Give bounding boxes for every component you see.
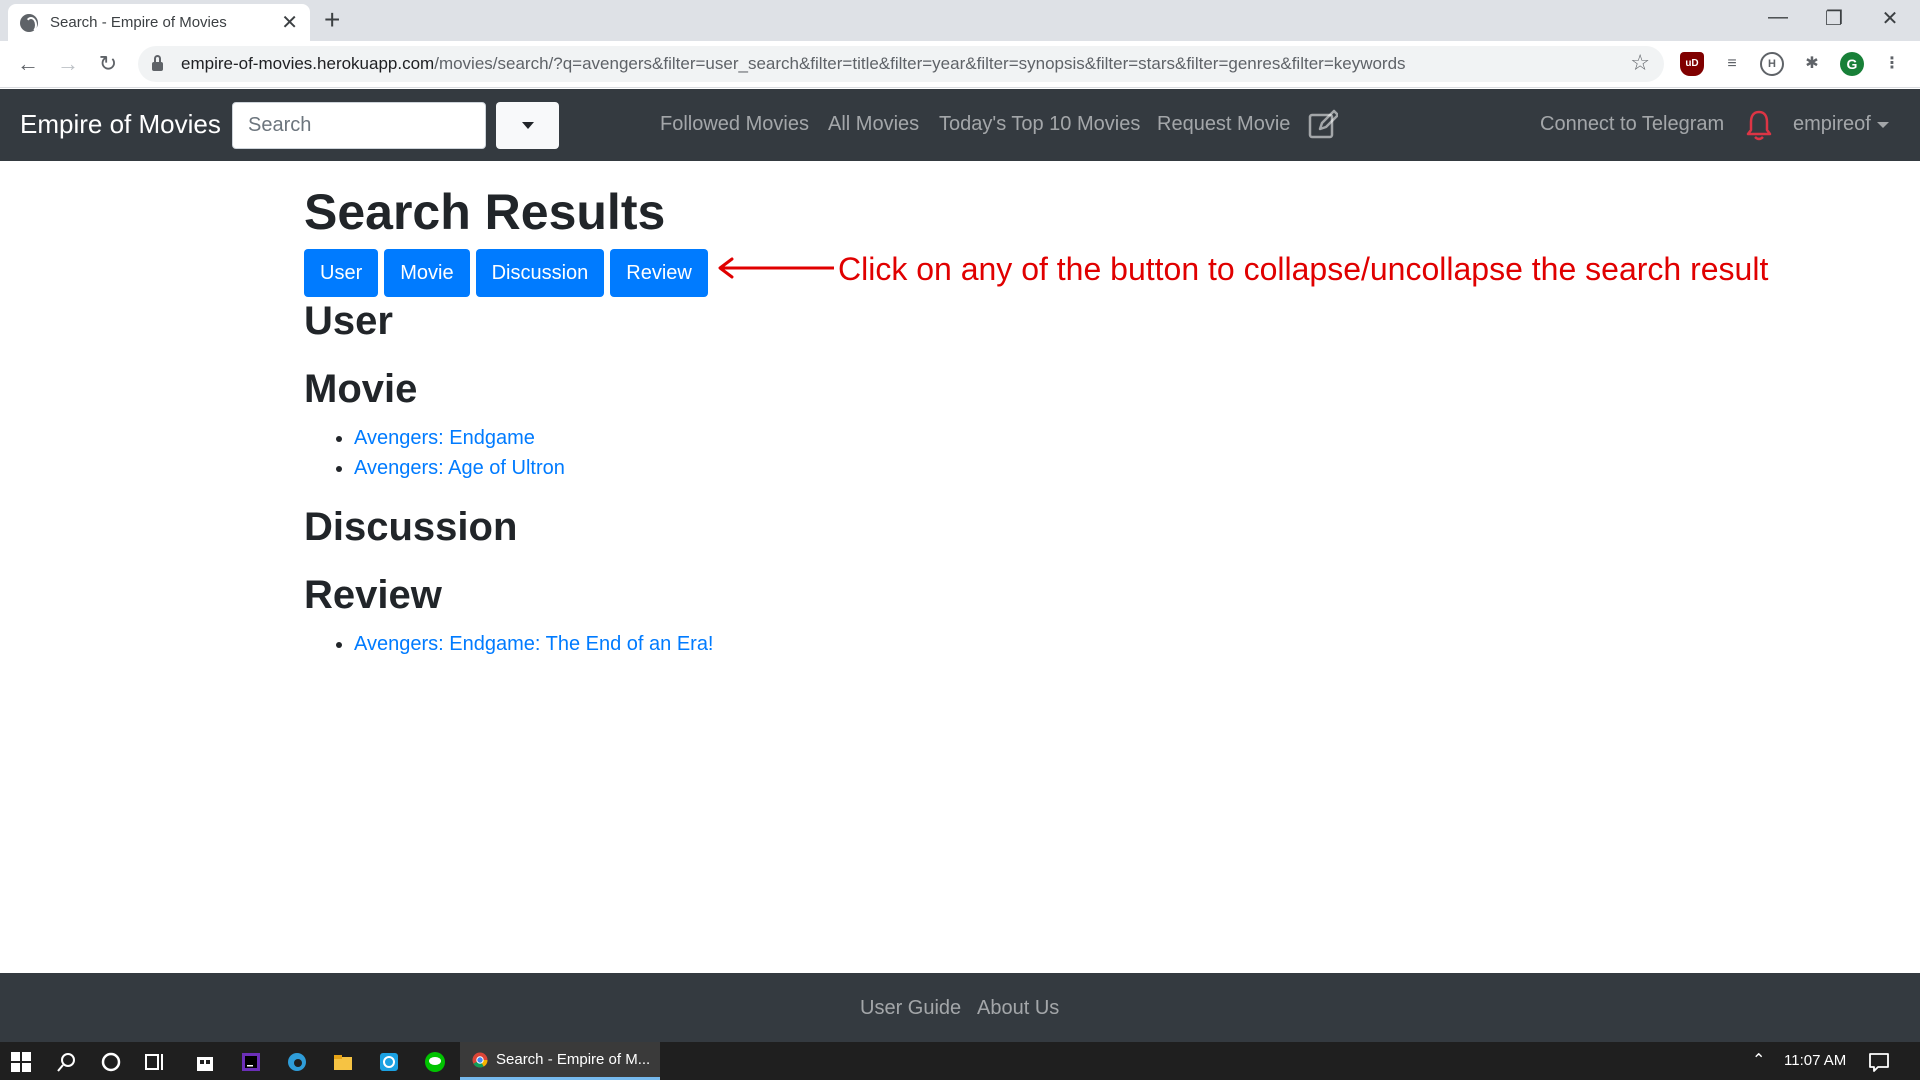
minimize-icon[interactable]: — <box>1758 6 1798 29</box>
nav-request-movie[interactable]: Request Movie <box>1157 113 1290 136</box>
movie-results-list: Avengers: Endgame Avengers: Age of Ultro… <box>354 423 565 483</box>
browser-menu-icon[interactable]: ⋮ <box>1880 52 1904 76</box>
toggle-review-button[interactable]: Review <box>610 249 708 297</box>
close-window-icon[interactable]: ✕ <box>1870 6 1910 31</box>
reload-icon[interactable]: ↻ <box>94 50 122 78</box>
restore-icon[interactable]: ❐ <box>1814 6 1854 31</box>
caret-down-icon <box>522 122 534 129</box>
footer-about-us[interactable]: About Us <box>977 997 1059 1020</box>
edit-icon[interactable] <box>1308 109 1338 139</box>
browser-tab-strip: Search - Empire of Movies ✕ + — ❐ ✕ <box>0 0 1920 41</box>
list-item: Avengers: Endgame <box>354 423 565 453</box>
footer-user-guide[interactable]: User Guide <box>860 997 961 1020</box>
windows-taskbar: Search - Empire of M... ⌃ 11:07 AM <box>0 1042 1920 1080</box>
ublock-extension-icon[interactable]: uD <box>1680 52 1704 76</box>
nav-followed-movies[interactable]: Followed Movies <box>660 113 809 136</box>
site-footer: User Guide About Us <box>0 973 1920 1042</box>
search-filter-dropdown-button[interactable] <box>496 102 559 149</box>
site-brand[interactable]: Empire of Movies <box>20 109 221 140</box>
address-bar[interactable]: empire-of-movies.herokuapp.com/movies/se… <box>138 46 1664 82</box>
username-label: empireof <box>1793 113 1871 135</box>
tab-title: Search - Empire of Movies <box>50 14 227 31</box>
list-item: Avengers: Age of Ultron <box>354 453 565 483</box>
taskbar-clock[interactable]: 11:07 AM <box>1784 1052 1846 1069</box>
skype-icon[interactable] <box>378 1051 400 1073</box>
caret-down-icon <box>1876 121 1889 128</box>
bell-icon[interactable] <box>1745 109 1773 141</box>
line-app-icon[interactable] <box>424 1051 446 1073</box>
list-item: Avengers: Endgame: The End of an Era! <box>354 629 714 659</box>
search-input[interactable] <box>232 102 486 149</box>
intellij-icon[interactable] <box>240 1051 262 1073</box>
extensions-puzzle-icon[interactable]: ✱ <box>1800 52 1824 76</box>
section-heading-movie: Movie <box>304 367 418 411</box>
edge-icon[interactable] <box>286 1051 308 1073</box>
review-result-link[interactable]: Avengers: Endgame: The End of an Era! <box>354 633 714 655</box>
nav-connect-telegram[interactable]: Connect to Telegram <box>1540 113 1724 136</box>
section-heading-discussion: Discussion <box>304 505 518 549</box>
store-icon[interactable] <box>194 1051 216 1073</box>
section-heading-review: Review <box>304 573 442 617</box>
forward-icon[interactable]: → <box>54 50 82 78</box>
h-extension-icon[interactable]: H <box>1760 52 1784 76</box>
url-text[interactable]: empire-of-movies.herokuapp.com/movies/se… <box>181 54 1406 74</box>
cortana-icon[interactable] <box>100 1051 122 1073</box>
movie-result-link[interactable]: Avengers: Endgame <box>354 427 535 449</box>
chrome-icon <box>472 1052 488 1067</box>
taskbar-app-label: Search - Empire of M... <box>496 1051 651 1068</box>
result-toggle-buttons: User Movie Discussion Review <box>304 249 708 297</box>
back-icon[interactable]: ← <box>14 50 42 78</box>
close-tab-icon[interactable]: ✕ <box>281 13 298 33</box>
section-heading-user: User <box>304 299 393 343</box>
nav-top-10-movies[interactable]: Today's Top 10 Movies <box>939 113 1140 136</box>
windows-start-icon[interactable] <box>10 1051 32 1073</box>
chevron-up-icon[interactable]: ⌃ <box>1752 1050 1765 1070</box>
reading-list-icon[interactable]: ≡ <box>1720 52 1744 76</box>
bookmark-star-icon[interactable]: ☆ <box>1630 50 1650 76</box>
taskbar-chrome-window[interactable]: Search - Empire of M... <box>460 1042 660 1080</box>
globe-icon <box>20 13 38 33</box>
lock-icon[interactable] <box>152 55 163 71</box>
new-tab-icon[interactable]: + <box>324 6 340 34</box>
site-navbar: Empire of Movies Followed Movies All Mov… <box>0 89 1920 161</box>
browser-tab[interactable]: Search - Empire of Movies ✕ <box>8 4 310 41</box>
notification-center-icon[interactable] <box>1868 1051 1890 1073</box>
browser-toolbar: ← → ↻ empire-of-movies.herokuapp.com/mov… <box>0 41 1920 88</box>
movie-result-link[interactable]: Avengers: Age of Ultron <box>354 457 565 479</box>
toggle-user-button[interactable]: User <box>304 249 379 297</box>
file-explorer-icon[interactable] <box>332 1051 354 1073</box>
profile-avatar[interactable]: G <box>1840 52 1864 76</box>
annotation-arrow-icon <box>718 257 834 279</box>
toggle-movie-button[interactable]: Movie <box>384 249 470 297</box>
nav-all-movies[interactable]: All Movies <box>828 113 919 136</box>
search-icon[interactable] <box>56 1051 78 1073</box>
task-view-icon[interactable] <box>144 1051 166 1073</box>
review-results-list: Avengers: Endgame: The End of an Era! <box>354 629 714 659</box>
annotation-text: Click on any of the button to collapse/u… <box>838 251 1769 287</box>
toggle-discussion-button[interactable]: Discussion <box>475 249 605 297</box>
page-title: Search Results <box>304 184 666 240</box>
user-dropdown[interactable]: empireof <box>1793 113 1889 136</box>
